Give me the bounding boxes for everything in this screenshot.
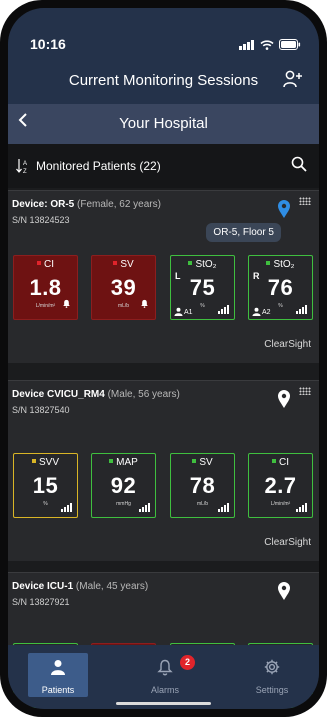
drag-handle-icon[interactable]: [299, 387, 311, 395]
parameter-tile-ci[interactable]: CI 2.7 L/min/m²: [248, 453, 313, 518]
param-value: 2.7: [264, 473, 297, 498]
device-info: Device: OR-5 (Female, 62 years): [12, 199, 161, 210]
bell-icon: [62, 295, 71, 313]
signal-strength-icon: [61, 503, 72, 512]
sensor-id: A2: [262, 309, 271, 316]
param-value: 78: [189, 473, 216, 498]
tab-label: Settings: [255, 685, 289, 695]
parameter-tile-ci[interactable]: CI 1.8 L/min/m²: [13, 255, 78, 320]
wifi-icon: [260, 37, 274, 55]
device-name: Device CVICU_RM4: [12, 389, 105, 400]
parameter-tile-sv[interactable]: SV 39 mL/b: [91, 255, 156, 320]
battery-icon: [279, 37, 301, 55]
patient-card[interactable]: Device CVICU_RM4 (Male, 56 years) S/N 13…: [8, 380, 319, 561]
add-user-icon[interactable]: [283, 70, 303, 93]
person-icon: [28, 659, 88, 675]
param-value: 75: [189, 275, 216, 300]
signal-strength-icon: [218, 503, 229, 512]
serial-number: S/N 13824523: [12, 215, 70, 225]
bottom-tab-bar: Patients Alarms 2 Settings: [8, 645, 319, 709]
parameter-tile-sto2-right[interactable]: StO₂ R 76 % A2: [248, 255, 313, 320]
patient-detail: (Male, 56 years): [107, 389, 180, 400]
param-label: CI: [279, 457, 289, 468]
patient-card[interactable]: Device: OR-5 (Female, 62 years) S/N 1382…: [8, 190, 319, 363]
tab-label: Patients: [41, 685, 75, 695]
app-screen: 10:16 Current Monitoring Sessions Your H…: [8, 8, 319, 709]
patient-card[interactable]: Device ICU-1 (Male, 45 years) S/N 138279…: [8, 572, 319, 708]
gear-icon: [242, 659, 302, 675]
patient-detail: (Female, 62 years): [77, 199, 161, 210]
status-dot: [272, 459, 276, 463]
hospital-bar: Your Hospital: [8, 104, 319, 144]
param-value: 92: [110, 473, 137, 498]
alarm-count-badge: 2: [180, 655, 195, 670]
status-dot: [109, 459, 114, 463]
signal-strength-icon: [296, 503, 307, 512]
svg-text:A: A: [23, 161, 27, 167]
param-label: MAP: [116, 457, 138, 468]
app-header: Current Monitoring Sessions: [8, 68, 319, 104]
device-name: Device ICU-1: [12, 581, 74, 592]
monitoring-technology: ClearSight: [264, 537, 311, 548]
sensor-indicator: A1: [174, 307, 193, 316]
sort-az-icon[interactable]: AZ: [16, 158, 30, 179]
param-label: SV: [199, 457, 213, 468]
monitoring-technology: ClearSight: [264, 339, 311, 350]
page-title: Current Monitoring Sessions: [68, 72, 259, 89]
device-name: Device: OR-5: [12, 199, 75, 210]
status-dot: [266, 261, 271, 265]
signal-strength-icon: [296, 305, 307, 314]
status-time: 10:16: [30, 36, 66, 52]
parameter-tile-sto2-left[interactable]: StO₂ L 75 % A1: [170, 255, 235, 320]
person-sensor-icon: [252, 307, 261, 316]
phone-frame: 10:16 Current Monitoring Sessions Your H…: [0, 0, 327, 717]
param-label: SV: [120, 259, 134, 270]
param-value: 15: [32, 473, 59, 498]
status-dot: [192, 459, 197, 463]
tab-label: Alarms: [150, 685, 179, 695]
device-info: Device ICU-1 (Male, 45 years): [12, 581, 148, 592]
home-indicator[interactable]: [116, 702, 211, 705]
search-icon[interactable]: [291, 156, 307, 177]
serial-number: S/N 13827540: [12, 405, 70, 415]
monitored-patients-count: Monitored Patients (22): [36, 159, 161, 173]
status-dot: [113, 261, 118, 265]
tab-settings[interactable]: Settings: [242, 653, 302, 697]
location-pin-icon[interactable]: [277, 389, 291, 414]
hospital-name: Your Hospital: [119, 115, 208, 132]
param-label: StO₂: [273, 259, 295, 270]
svg-text:Z: Z: [23, 169, 27, 174]
location-pin-icon[interactable]: [277, 581, 291, 606]
param-value: 76: [267, 275, 294, 300]
status-dot: [188, 261, 193, 265]
serial-number: S/N 13827921: [12, 597, 70, 607]
param-label: StO₂: [195, 259, 217, 270]
drag-handle-icon[interactable]: [299, 197, 311, 205]
location-pin-icon[interactable]: [277, 199, 291, 224]
status-dot: [31, 459, 36, 463]
bell-icon: [140, 295, 149, 313]
signal-strength-icon: [139, 503, 150, 512]
cellular-signal-icon: [239, 37, 255, 55]
patient-detail: (Male, 45 years): [75, 581, 149, 592]
device-info: Device CVICU_RM4 (Male, 56 years): [12, 389, 180, 400]
signal-strength-icon: [218, 305, 229, 314]
patients-toolbar: AZ Monitored Patients (22): [8, 144, 319, 188]
system-icons: [239, 37, 301, 55]
status-dot: [37, 261, 41, 265]
param-label: SVV: [38, 457, 59, 468]
status-bar: 10:16: [8, 8, 319, 68]
parameter-tile-sv[interactable]: SV 78 mL/b: [170, 453, 235, 518]
location-tooltip: OR-5, Floor 5: [206, 223, 281, 242]
parameter-tile-svv[interactable]: SVV 15 %: [13, 453, 78, 518]
parameter-tile-map[interactable]: MAP 92 mmHg: [91, 453, 156, 518]
person-sensor-icon: [174, 307, 183, 316]
param-label: CI: [44, 259, 54, 270]
tab-patients[interactable]: Patients: [28, 653, 88, 697]
sensor-indicator: A2: [252, 307, 271, 316]
sensor-id: A1: [184, 309, 193, 316]
